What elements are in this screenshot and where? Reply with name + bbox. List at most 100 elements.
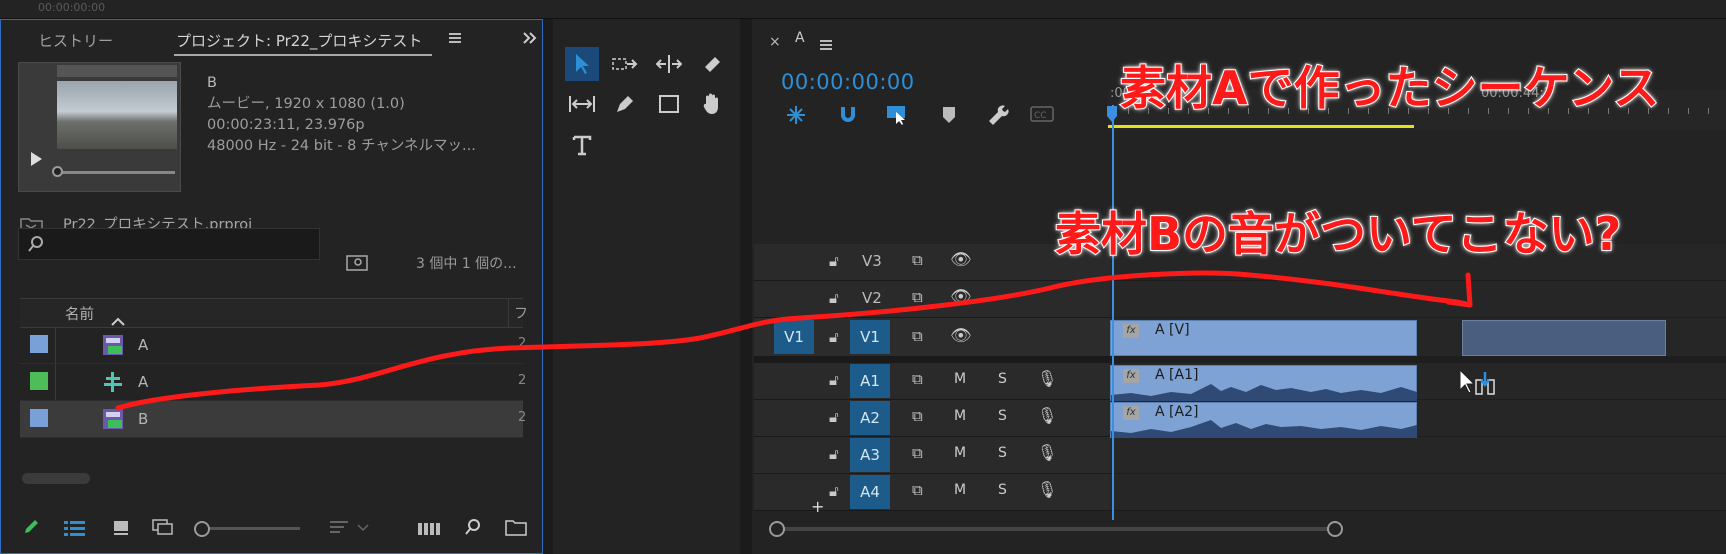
- work-area-bar[interactable]: [1108, 125, 1414, 128]
- marker-icon[interactable]: [942, 106, 956, 128]
- timeline-horizontal-scrollbar[interactable]: [769, 521, 1343, 537]
- playhead-line[interactable]: [1112, 105, 1114, 520]
- sort-icon[interactable]: [330, 520, 372, 540]
- list-item[interactable]: A 2: [20, 327, 527, 364]
- list-horizontal-scrollbar[interactable]: [22, 473, 90, 484]
- icon-view-icon[interactable]: [113, 520, 129, 540]
- video-clip[interactable]: fx A [V]: [1110, 320, 1417, 356]
- label-color-swatch[interactable]: [30, 335, 48, 353]
- add-track-icon[interactable]: +: [811, 497, 824, 516]
- list-item-extra: 2: [518, 336, 527, 351]
- list-item-selected[interactable]: B 2: [20, 401, 526, 438]
- lock-icon[interactable]: 🔓︎: [829, 371, 839, 389]
- scroll-right-knob[interactable]: [1327, 521, 1343, 537]
- track-name-a1[interactable]: A1: [850, 364, 890, 398]
- fx-badge[interactable]: fx: [1123, 324, 1139, 338]
- captions-icon[interactable]: CC: [1030, 106, 1054, 126]
- wrench-icon[interactable]: [988, 104, 1010, 130]
- type-tool[interactable]: [565, 128, 599, 162]
- microphone-icon[interactable]: 🎙︎: [1037, 443, 1057, 462]
- pencil-icon[interactable]: [22, 518, 40, 540]
- solo-button[interactable]: S: [998, 482, 1007, 498]
- tab-history[interactable]: ヒストリー: [38, 30, 113, 51]
- solo-button[interactable]: S: [998, 408, 1007, 424]
- sync-lock-icon[interactable]: ⧉: [912, 251, 923, 269]
- razor-icon: [705, 57, 720, 72]
- sync-lock-icon[interactable]: ⧉: [912, 444, 923, 462]
- track-name[interactable]: V3: [862, 252, 882, 270]
- linked-selection-icon[interactable]: [886, 102, 910, 130]
- solo-button[interactable]: S: [998, 371, 1007, 387]
- sync-lock-icon[interactable]: ⧉: [912, 288, 923, 306]
- pen-tool[interactable]: [608, 87, 642, 121]
- lock-icon[interactable]: 🔓︎: [829, 252, 839, 270]
- list-item[interactable]: A 2: [20, 364, 526, 401]
- search-input[interactable]: [18, 228, 320, 260]
- label-color-swatch[interactable]: [30, 409, 48, 427]
- mute-button[interactable]: M: [954, 408, 966, 424]
- hand-tool[interactable]: [695, 87, 729, 121]
- scrubber-knob[interactable]: [52, 166, 63, 177]
- waveform: [1111, 384, 1417, 401]
- mute-button[interactable]: M: [954, 371, 966, 387]
- lock-icon[interactable]: 🔓︎: [829, 328, 839, 346]
- razor-tool[interactable]: [695, 47, 729, 81]
- eye-icon[interactable]: 👁︎: [950, 250, 972, 270]
- list-view-icon[interactable]: [64, 520, 86, 540]
- play-icon[interactable]: [29, 151, 43, 171]
- column-name-header[interactable]: 名前: [65, 303, 94, 324]
- lock-icon[interactable]: 🔓︎: [829, 482, 839, 500]
- sync-lock-icon[interactable]: ⧉: [912, 327, 923, 345]
- sync-lock-icon[interactable]: ⧉: [912, 481, 923, 499]
- track-select-tool[interactable]: [608, 47, 642, 81]
- mute-button[interactable]: M: [954, 482, 966, 498]
- rectangle-tool[interactable]: [652, 87, 686, 121]
- mute-button[interactable]: M: [954, 445, 966, 461]
- eye-icon[interactable]: 👁︎: [950, 287, 972, 307]
- microphone-icon[interactable]: 🎙︎: [1037, 369, 1057, 388]
- new-search-bin-icon[interactable]: [346, 253, 368, 275]
- scroll-left-knob[interactable]: [769, 521, 785, 537]
- thumbnail-scrubber[interactable]: [52, 166, 175, 177]
- audio-clip-a2[interactable]: fx A [A2]: [1110, 402, 1417, 438]
- microphone-icon[interactable]: 🎙︎: [1037, 480, 1057, 499]
- zoom-slider[interactable]: [194, 521, 300, 537]
- track-name-v1[interactable]: V1: [850, 320, 890, 354]
- ripple-edit-tool[interactable]: [652, 47, 686, 81]
- new-bin-icon[interactable]: [505, 518, 527, 540]
- sync-lock-icon[interactable]: ⧉: [912, 407, 923, 425]
- sync-lock-icon[interactable]: ⧉: [912, 370, 923, 388]
- find-icon[interactable]: [464, 518, 482, 540]
- track-name[interactable]: V2: [862, 289, 882, 307]
- audio-clip-a1[interactable]: fx A [A1]: [1110, 365, 1417, 401]
- track-name-a4[interactable]: A4: [850, 475, 890, 509]
- dragged-clip-ghost[interactable]: [1462, 320, 1666, 356]
- snap-icon[interactable]: [785, 104, 807, 130]
- sequence-icon: [102, 334, 124, 356]
- track-name-a3[interactable]: A3: [850, 438, 890, 472]
- sequence-tab[interactable]: A: [795, 30, 805, 46]
- solo-button[interactable]: S: [998, 445, 1007, 461]
- top-strip: 00:00:00:00: [0, 0, 1726, 19]
- playhead-timecode[interactable]: 00:00:00:00: [781, 70, 915, 94]
- sequence-menu-icon[interactable]: [820, 36, 832, 55]
- tab-project[interactable]: プロジェクト: Pr22_プロキシテスト: [176, 30, 422, 51]
- freeform-view-icon[interactable]: [152, 519, 178, 541]
- lock-icon[interactable]: 🔓︎: [829, 445, 839, 463]
- slip-tool[interactable]: [565, 87, 599, 121]
- panel-menu-icon[interactable]: [448, 30, 462, 49]
- source-patch-v1[interactable]: V1: [774, 320, 814, 354]
- zoom-slider-knob[interactable]: [194, 521, 210, 537]
- label-color-swatch[interactable]: [30, 372, 48, 390]
- microphone-icon[interactable]: 🎙︎: [1037, 406, 1057, 425]
- track-name-a2[interactable]: A2: [850, 401, 890, 435]
- automate-to-sequence-icon[interactable]: [418, 520, 442, 540]
- magnet-icon[interactable]: [837, 103, 859, 129]
- list-header: 名前 フ: [20, 298, 528, 328]
- double-chevron-icon[interactable]: [522, 30, 538, 49]
- lock-icon[interactable]: 🔓︎: [829, 408, 839, 426]
- close-icon[interactable]: ×: [769, 34, 781, 50]
- lock-icon[interactable]: 🔓︎: [829, 289, 839, 307]
- eye-icon[interactable]: 👁︎: [950, 326, 972, 346]
- selection-tool[interactable]: [565, 47, 599, 81]
